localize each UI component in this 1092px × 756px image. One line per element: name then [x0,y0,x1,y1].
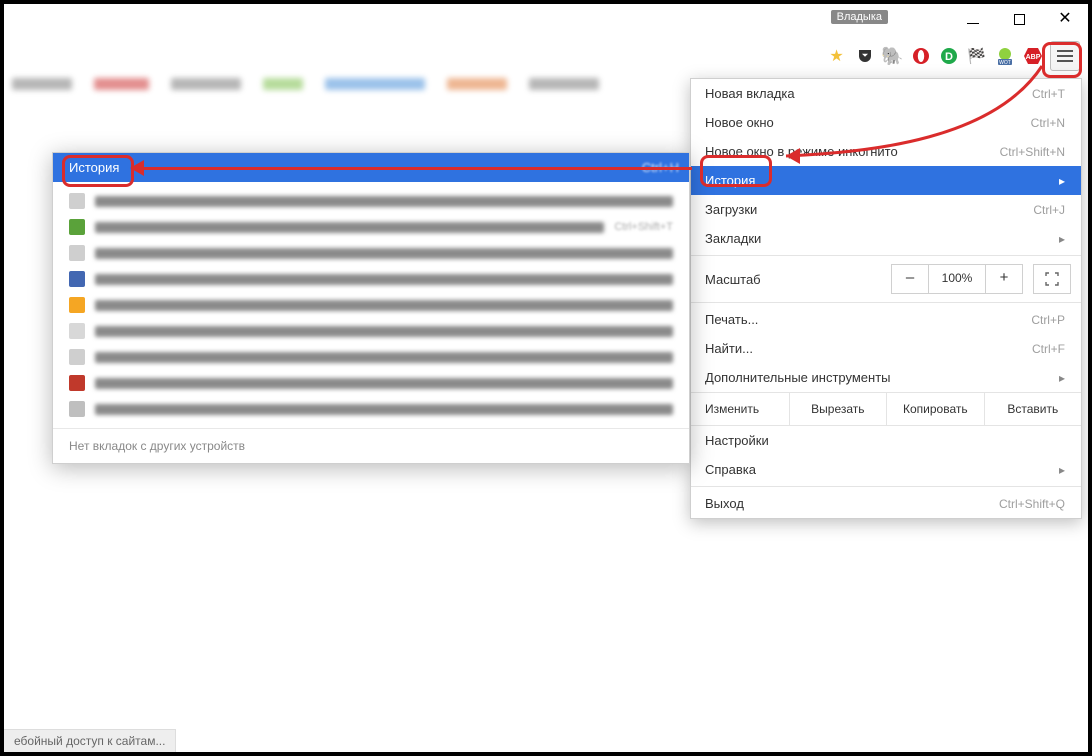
zoom-out-button[interactable]: – [891,264,929,294]
svg-text:D: D [945,51,953,63]
chrome-menu-button[interactable] [1050,41,1080,71]
history-item-title [95,352,673,363]
menu-item-new-tab[interactable]: Новая вкладкаCtrl+T [691,79,1081,108]
menu-item-more-tools[interactable]: Дополнительные инструменты▸ [691,363,1081,392]
zoom-in-button[interactable]: + [985,264,1023,294]
menu-item-help[interactable]: Справка▸ [691,455,1081,484]
history-submenu-footer: Нет вкладок с других устройств [53,428,689,463]
chrome-main-menu: Новая вкладкаCtrl+T Новое окноCtrl+N Нов… [690,78,1082,519]
favicon [69,375,85,391]
svg-text:ABP: ABP [1025,54,1040,61]
history-submenu-shortcut: Ctrl+H [642,160,679,175]
history-item-title [95,300,673,311]
pocket-icon[interactable] [854,46,875,67]
favicon [69,323,85,339]
star-icon[interactable]: ★ [826,46,847,67]
profile-badge[interactable]: Владыка [831,10,888,24]
history-item-title [95,222,604,233]
history-item[interactable] [53,396,689,422]
green-d-icon[interactable]: D [938,46,959,67]
menu-copy-button[interactable]: Копировать [886,393,983,425]
chevron-right-icon: ▸ [1059,174,1065,188]
menu-cut-button[interactable]: Вырезать [789,393,886,425]
svg-text:WOT: WOT [999,60,1011,65]
window-titlebar: Владыка ✕ [4,4,1088,34]
status-bar: ебойный доступ к сайтам... [4,729,176,752]
favicon [69,271,85,287]
menu-item-exit[interactable]: ВыходCtrl+Shift+Q [691,489,1081,518]
window-minimize-button[interactable] [950,4,996,34]
flag-icon[interactable]: 🏁 [966,46,987,67]
history-item[interactable] [53,318,689,344]
toolbar-right: ★ 🐘 D 🏁 WOT ABP [826,42,1080,70]
menu-paste-button[interactable]: Вставить [984,393,1081,425]
history-item-title [95,196,673,207]
fullscreen-button[interactable] [1033,264,1071,294]
menu-item-settings[interactable]: Настройки [691,426,1081,455]
history-item[interactable] [53,370,689,396]
wot-icon[interactable]: WOT [994,46,1015,67]
favicon [69,401,85,417]
history-item[interactable] [53,240,689,266]
history-submenu-header[interactable]: История Ctrl+H [53,153,689,182]
favicon [69,193,85,209]
window-close-button[interactable]: ✕ [1042,4,1088,34]
history-item[interactable] [53,188,689,214]
menu-item-history[interactable]: История▸ [691,166,1081,195]
evernote-icon[interactable]: 🐘 [882,46,903,67]
history-item[interactable] [53,266,689,292]
history-item-title [95,378,673,389]
menu-edit-label: Изменить [691,393,789,425]
favicon [69,349,85,365]
history-submenu-title: История [69,160,119,175]
opera-icon[interactable] [910,46,931,67]
adblock-icon[interactable]: ABP [1022,46,1043,67]
menu-item-find[interactable]: Найти...Ctrl+F [691,334,1081,363]
zoom-level: 100% [928,264,986,294]
menu-edit-row: Изменить Вырезать Копировать Вставить [691,392,1081,426]
menu-item-print[interactable]: Печать...Ctrl+P [691,305,1081,334]
chevron-right-icon: ▸ [1059,463,1065,477]
chevron-right-icon: ▸ [1059,371,1065,385]
history-item[interactable] [53,292,689,318]
favicon [69,297,85,313]
history-item-title [95,404,673,415]
history-submenu: История Ctrl+H Ctrl+Shift+T Нет вкладок … [52,152,690,464]
chevron-right-icon: ▸ [1059,232,1065,246]
history-item[interactable]: Ctrl+Shift+T [53,214,689,240]
window-maximize-button[interactable] [996,4,1042,34]
history-item-title [95,248,673,259]
history-item-title [95,274,673,285]
menu-item-new-window[interactable]: Новое окноCtrl+N [691,108,1081,137]
favicon [69,219,85,235]
menu-item-downloads[interactable]: ЗагрузкиCtrl+J [691,195,1081,224]
menu-item-incognito[interactable]: Новое окно в режиме инкогнитоCtrl+Shift+… [691,137,1081,166]
history-item-title [95,326,673,337]
menu-item-bookmarks[interactable]: Закладки▸ [691,224,1081,253]
favicon [69,245,85,261]
bookmarks-bar [12,78,668,100]
menu-item-zoom: Масштаб – 100% + [691,258,1081,300]
history-item-shortcut: Ctrl+Shift+T [614,221,673,233]
history-item[interactable] [53,344,689,370]
